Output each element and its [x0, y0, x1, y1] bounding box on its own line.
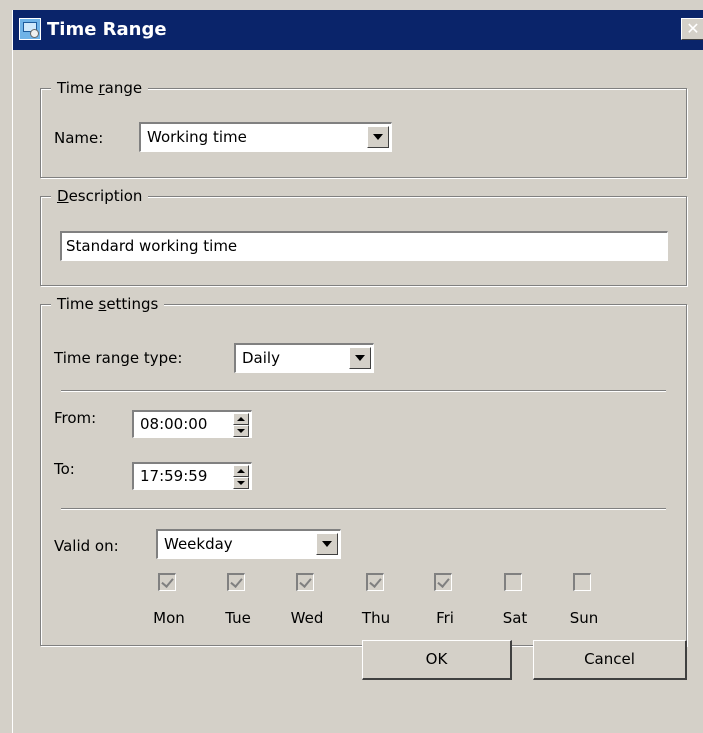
from-label: From:: [54, 409, 97, 427]
description-field[interactable]: Standard working time: [60, 231, 668, 261]
chevron-down-icon[interactable]: [367, 126, 389, 148]
time-range-group: Time range Name: Working time: [40, 79, 687, 178]
checkbox-sun[interactable]: [573, 573, 591, 591]
description-group: Description Standard working time: [40, 187, 687, 286]
spin-down-icon[interactable]: [233, 425, 249, 437]
checkbox-tue[interactable]: [227, 573, 245, 591]
valid-on-label: Valid on:: [54, 537, 119, 555]
from-time-spinner[interactable]: 08:00:00: [132, 410, 252, 438]
checkbox-wed[interactable]: [296, 573, 314, 591]
day-label-sat: Sat: [502, 609, 528, 627]
description-legend: Description: [51, 187, 149, 205]
day-label-thu: Thu: [361, 609, 391, 627]
day-label-wed: Wed: [290, 609, 324, 627]
chevron-down-icon[interactable]: [316, 533, 338, 555]
time-range-type-combobox[interactable]: Daily: [234, 343, 374, 373]
day-label-sun: Sun: [569, 609, 599, 627]
separator: [61, 390, 666, 392]
title-bar: Time Range ✕: [13, 10, 703, 50]
dialog-title: Time Range: [47, 19, 167, 40]
time-range-dialog: Time Range ✕ Time range Name: Working ti…: [12, 10, 703, 733]
spin-down-icon[interactable]: [233, 477, 249, 489]
separator: [61, 508, 666, 510]
name-label: Name:: [54, 129, 104, 147]
name-value: Working time: [147, 128, 247, 146]
checkbox-sat[interactable]: [504, 573, 522, 591]
day-label-mon: Mon: [153, 609, 185, 627]
checkbox-mon[interactable]: [158, 573, 176, 591]
spin-up-icon[interactable]: [233, 465, 249, 477]
close-button[interactable]: ✕: [681, 18, 703, 40]
chevron-down-icon[interactable]: [349, 347, 371, 369]
to-label: To:: [54, 460, 75, 478]
name-combobox[interactable]: Working time: [139, 122, 392, 152]
spin-up-icon[interactable]: [233, 413, 249, 425]
to-time-spinner[interactable]: 17:59:59: [132, 462, 252, 490]
day-label-tue: Tue: [225, 609, 251, 627]
ok-button[interactable]: OK: [362, 640, 512, 680]
valid-on-combobox[interactable]: Weekday: [156, 529, 341, 559]
checkbox-thu[interactable]: [366, 573, 384, 591]
time-settings-group: Time settings Time range type: Daily Fro…: [40, 295, 687, 646]
checkbox-fri[interactable]: [434, 573, 452, 591]
time-range-legend: Time range: [51, 79, 149, 97]
cancel-button[interactable]: Cancel: [533, 640, 687, 680]
day-label-fri: Fri: [436, 609, 454, 627]
time-settings-legend: Time settings: [51, 295, 165, 313]
time-range-type-label: Time range type:: [54, 349, 183, 367]
app-icon: [19, 18, 41, 40]
